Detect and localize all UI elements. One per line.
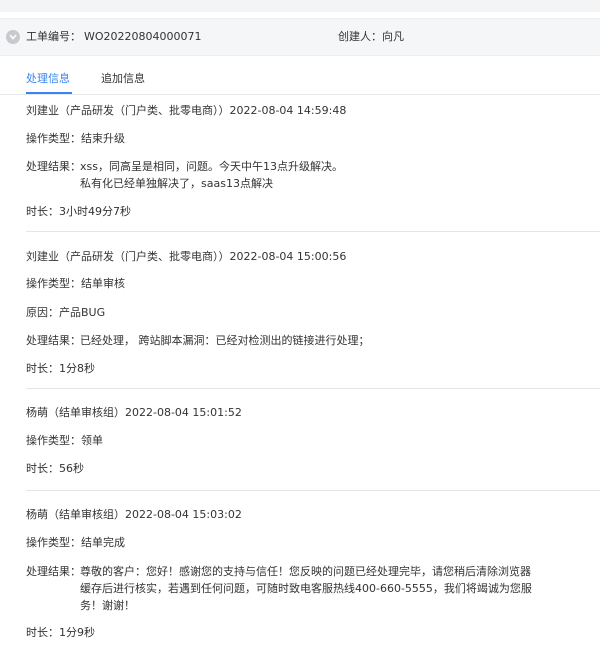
record-header: 杨萌（结单审核组）2022-08-04 15:03:02 [26, 508, 242, 521]
creator-label: 创建人： [338, 30, 382, 43]
record-reason: 原因：产品BUG [26, 306, 106, 319]
tab-additional-info[interactable]: 追加信息 [101, 72, 145, 86]
ticket-number-label: 工单编号： [26, 30, 81, 43]
record-result-line: 务！谢谢！ [80, 599, 135, 612]
record-result-label: 处理结果： [26, 334, 81, 347]
record-op-type: 操作类型：结单完成 [26, 536, 125, 549]
divider [26, 388, 600, 389]
ticket-header: 工单编号： WO20220804000071 创建人： 向凡 [0, 18, 600, 56]
top-strip [0, 0, 600, 12]
record-op-type: 操作类型：结束升级 [26, 132, 125, 145]
record-duration: 时长：1分9秒 [26, 626, 95, 639]
record-op-type: 操作类型：领单 [26, 434, 103, 447]
chevron-down-icon[interactable] [6, 30, 20, 44]
record-duration: 时长：3小时49分7秒 [26, 205, 131, 218]
creator-name: 向凡 [382, 30, 404, 43]
record-op-type: 操作类型：结单审核 [26, 277, 125, 290]
record-result-label: 处理结果： [26, 565, 81, 578]
record-header: 刘建业（产品研发（门户类、批零电商））2022-08-04 14:59:48 [26, 104, 347, 117]
record-header: 刘建业（产品研发（门户类、批零电商））2022-08-04 15:00:56 [26, 250, 347, 263]
tab-process-info[interactable]: 处理信息 [26, 72, 70, 86]
divider [26, 490, 600, 491]
record-header: 杨萌（结单审核组）2022-08-04 15:01:52 [26, 406, 242, 419]
record-duration: 时长：56秒 [26, 462, 84, 475]
record-result-line: 私有化已经单独解决了，saas13点解决 [80, 177, 273, 190]
record-duration: 时长：1分8秒 [26, 362, 95, 375]
record-result-line: 缓存后进行核实，若遇到任何问题，可随时致电客服热线400-660-5555，我们… [80, 582, 532, 595]
record-result-label: 处理结果： [26, 160, 81, 173]
tab-bar: 处理信息 追加信息 [0, 66, 600, 95]
active-tab-indicator [26, 92, 72, 94]
record-result-line: 已经处理， 跨站脚本漏洞：已经对检测出的链接进行处理； [80, 334, 370, 347]
ticket-number: WO20220804000071 [84, 30, 202, 43]
divider [26, 231, 600, 232]
